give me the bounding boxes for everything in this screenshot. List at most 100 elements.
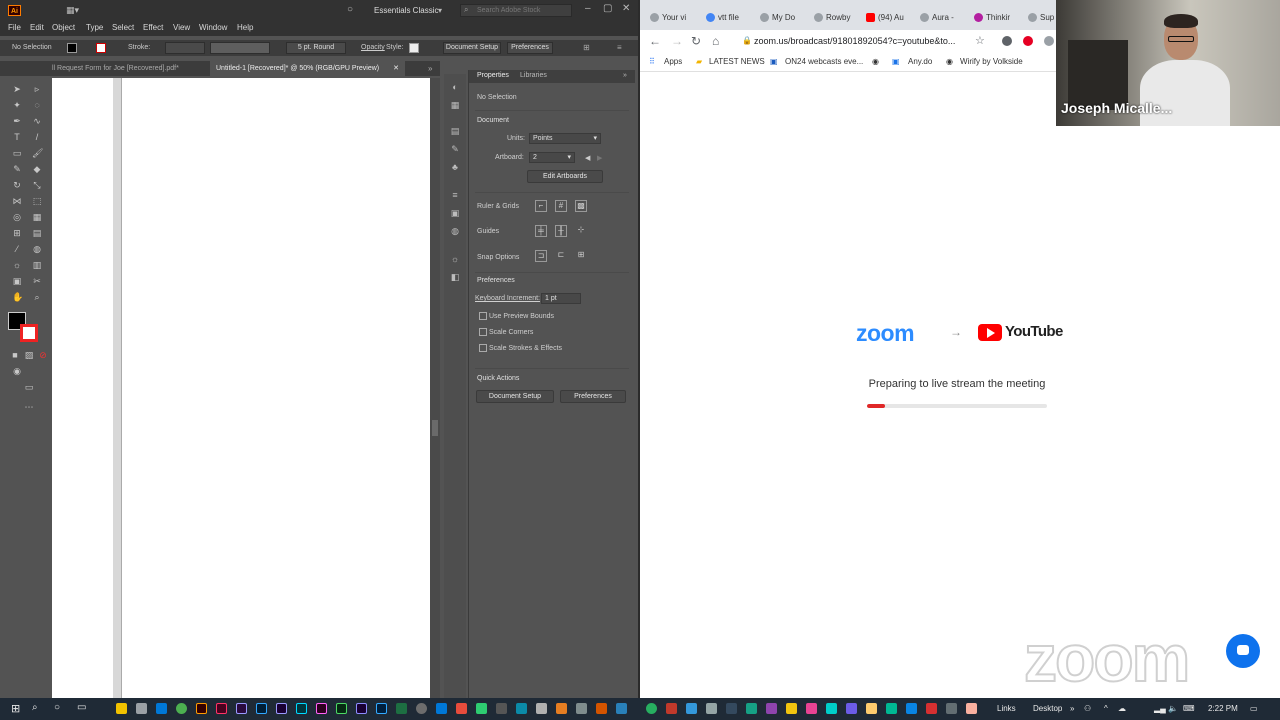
file-explorer-icon[interactable]	[116, 703, 127, 714]
media-encoder-taskbar-icon[interactable]	[356, 703, 367, 714]
extension-icon[interactable]	[1002, 36, 1012, 46]
app-taskbar-icon[interactable]	[846, 703, 857, 714]
extension-icon[interactable]	[1044, 36, 1054, 46]
mesh-tool-icon[interactable]: ⊞	[12, 228, 22, 238]
snap-to-pixel-icon[interactable]: ⊏	[555, 250, 567, 262]
keyboard-increment-field[interactable]: 1 pt	[541, 293, 581, 304]
smart-guides-icon[interactable]: ⊹	[575, 225, 587, 237]
keyboard-icon[interactable]: ⌨	[1183, 704, 1195, 713]
desktop-toolbar[interactable]: Desktop	[1033, 704, 1062, 713]
snap-to-point-icon[interactable]: ⊐	[535, 250, 547, 262]
cortana-icon[interactable]: ○	[54, 702, 60, 713]
direct-selection-tool-icon[interactable]: ▹	[32, 84, 42, 94]
paintbrush-icon[interactable]: 🖌	[32, 148, 43, 158]
app-taskbar-icon[interactable]	[946, 703, 957, 714]
artboard-tool-icon[interactable]: ▣	[12, 276, 22, 286]
premiere-taskbar-icon[interactable]	[236, 703, 247, 714]
gradient-mode-icon[interactable]: ▨	[24, 350, 34, 360]
use-preview-bounds-checkbox[interactable]	[479, 312, 487, 320]
app-taskbar-icon[interactable]	[906, 703, 917, 714]
app-taskbar-icon[interactable]	[706, 703, 717, 714]
magic-wand-icon[interactable]: ✦	[12, 100, 22, 110]
app-taskbar-icon[interactable]	[646, 703, 657, 714]
lightbulb-icon[interactable]: ○	[347, 4, 353, 15]
zoom-tool-icon[interactable]: ⌕	[32, 292, 42, 302]
browser-tab[interactable]: Rowby	[814, 8, 858, 28]
app-taskbar-icon[interactable]	[436, 703, 447, 714]
units-select[interactable]: Points ▾	[529, 133, 601, 144]
links-toolbar[interactable]: Links	[997, 704, 1016, 713]
apps-icon[interactable]: ⠿	[649, 57, 655, 66]
artboard-select[interactable]: 2 ▾	[529, 152, 575, 163]
app-taskbar-icon[interactable]	[416, 703, 427, 714]
menu-object[interactable]: Object	[52, 23, 75, 32]
rectangle-tool-icon[interactable]: ▭	[12, 148, 22, 158]
reload-icon[interactable]: ↻	[691, 34, 701, 48]
maximize-icon[interactable]: ▢	[603, 3, 612, 14]
stroke-weight-field[interactable]	[165, 42, 205, 54]
photoshop-taskbar-icon[interactable]	[256, 703, 267, 714]
panel-collapse-icon[interactable]: »	[623, 72, 627, 79]
app-taskbar-icon[interactable]	[746, 703, 757, 714]
width-tool-icon[interactable]: ⋈	[12, 196, 22, 206]
people-icon[interactable]: ⚇	[1084, 704, 1091, 713]
gradient-tool-icon[interactable]: ▤	[32, 228, 42, 238]
app-taskbar-icon[interactable]	[456, 703, 467, 714]
forward-icon[interactable]: →	[671, 34, 683, 48]
color-panel-icon[interactable]: ◐	[450, 82, 460, 92]
scale-strokes-checkbox[interactable]	[479, 344, 487, 352]
rotate-tool-icon[interactable]: ↻	[12, 180, 22, 190]
volume-icon[interactable]: 🔈	[1168, 704, 1178, 713]
eraser-tool-icon[interactable]: ◆	[32, 164, 42, 174]
scale-corners-checkbox[interactable]	[479, 328, 487, 336]
doc-tab-request-form[interactable]: ll Request Form for Joe [Recovered].pdf*	[46, 61, 185, 76]
line-tool-icon[interactable]: /	[32, 132, 42, 142]
screen-mode-icon[interactable]: ▭	[24, 382, 34, 392]
eyedropper-icon[interactable]: ⁄	[12, 244, 22, 254]
symbols-panel-icon[interactable]: ♣	[450, 162, 460, 172]
edit-artboards-button[interactable]: Edit Artboards	[527, 170, 603, 183]
browser-tab[interactable]: Sup	[1028, 8, 1058, 28]
scale-tool-icon[interactable]: ⤡	[32, 180, 42, 190]
app-taskbar-icon[interactable]	[536, 703, 547, 714]
adobe-stock-search-input[interactable]: Search Adobe Stock	[460, 4, 572, 17]
type-tool-icon[interactable]: T	[12, 132, 22, 142]
menu-window[interactable]: Window	[199, 23, 227, 32]
notifications-icon[interactable]: ▭	[1250, 704, 1258, 713]
tab-properties[interactable]: Properties	[477, 72, 509, 79]
app-taskbar-icon[interactable]	[766, 703, 777, 714]
menu-view[interactable]: View	[173, 23, 190, 32]
shape-builder-icon[interactable]: ◎	[12, 212, 22, 222]
app-taskbar-icon[interactable]	[726, 703, 737, 714]
app-taskbar-icon[interactable]	[296, 703, 307, 714]
lasso-icon[interactable]: ◌	[32, 100, 42, 110]
app-taskbar-icon[interactable]	[686, 703, 697, 714]
libraries-panel-icon[interactable]: ▤	[450, 126, 460, 136]
arrange-documents-icon[interactable]: ▦▾	[66, 5, 79, 16]
quick-preferences-button[interactable]: Preferences	[560, 390, 626, 403]
none-mode-icon[interactable]: ⊘	[38, 350, 48, 360]
show-hidden-icons-icon[interactable]: ^	[1104, 704, 1108, 713]
webcam-video[interactable]: Joseph Micalle...	[1056, 0, 1280, 126]
browser-tab[interactable]: Your vi	[650, 8, 696, 28]
scrollbar-thumb[interactable]	[432, 420, 438, 436]
menu-type[interactable]: Type	[86, 23, 103, 32]
perspective-grid-icon[interactable]: ▦	[32, 212, 42, 222]
menu-edit[interactable]: Edit	[30, 23, 44, 32]
quick-document-setup-button[interactable]: Document Setup	[476, 390, 554, 403]
indesign-taskbar-icon[interactable]	[216, 703, 227, 714]
menu-effect[interactable]: Effect	[143, 23, 163, 32]
xd-taskbar-icon[interactable]	[316, 703, 327, 714]
opacity-label[interactable]: Opacity	[361, 44, 385, 51]
dimension-taskbar-icon[interactable]	[336, 703, 347, 714]
app-taskbar-icon[interactable]	[966, 703, 977, 714]
store-icon[interactable]	[136, 703, 147, 714]
swatches-panel-icon[interactable]: ▦	[450, 100, 460, 110]
bookmark-latest-news[interactable]: LATEST NEWS	[709, 57, 765, 66]
prelude-taskbar-icon[interactable]	[376, 703, 387, 714]
rulers-icon[interactable]: ⌐	[535, 200, 547, 212]
artboard[interactable]	[121, 78, 430, 698]
task-view-icon[interactable]: ▭	[77, 702, 86, 713]
transparency-panel-icon[interactable]: ◍	[450, 226, 460, 236]
tab-close-icon[interactable]: ✕	[393, 65, 399, 72]
